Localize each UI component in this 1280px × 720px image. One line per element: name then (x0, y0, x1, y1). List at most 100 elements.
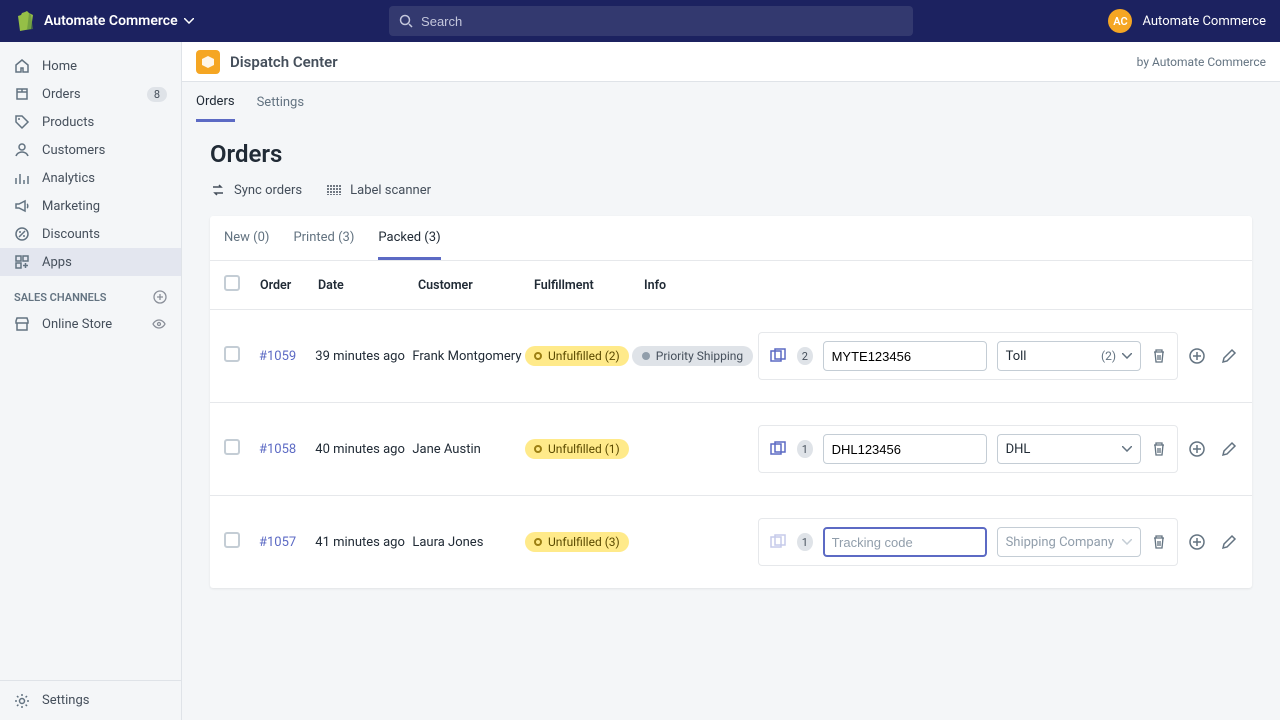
tab-orders[interactable]: Orders (196, 82, 235, 122)
sales-channels-header: SALES CHANNELS (0, 276, 181, 310)
tracking-input[interactable] (823, 434, 987, 464)
nav-orders[interactable]: Orders 8 (0, 80, 181, 108)
channel-label: Online Store (42, 317, 112, 332)
orders-badge: 8 (147, 87, 167, 102)
apps-icon (14, 254, 30, 270)
tag-dot-icon (642, 352, 650, 360)
search-icon (399, 14, 413, 28)
global-search[interactable] (389, 6, 913, 36)
app-tabs: Orders Settings (182, 82, 1280, 122)
row-checkbox[interactable] (224, 439, 240, 455)
user-icon (14, 142, 30, 158)
packages-icon[interactable] (769, 440, 787, 458)
nav-customers[interactable]: Customers (0, 136, 181, 164)
home-icon (14, 58, 30, 74)
col-date: Date (318, 278, 418, 293)
packages-icon[interactable] (769, 533, 787, 551)
nav-discounts[interactable]: Discounts (0, 220, 181, 248)
nav-label: Orders (42, 87, 81, 102)
analytics-icon (14, 170, 30, 186)
add-button[interactable] (1188, 533, 1206, 551)
tool-label: Label scanner (350, 183, 431, 198)
status-tabs: New (0) Printed (3) Packed (3) (210, 216, 1252, 261)
fulfillment-text: Unfulfilled (1) (548, 442, 620, 456)
delete-button[interactable] (1151, 440, 1167, 458)
global-search-input[interactable] (421, 14, 903, 29)
nav-label: Apps (42, 255, 72, 270)
col-order: Order (260, 278, 318, 293)
nav-home[interactable]: Home (0, 52, 181, 80)
order-date: 39 minutes ago (315, 349, 412, 364)
delete-button[interactable] (1151, 347, 1167, 365)
row-checkbox[interactable] (224, 346, 240, 362)
tracking-input[interactable] (823, 341, 987, 371)
edit-button[interactable] (1220, 440, 1238, 458)
table-row: #1057 41 minutes ago Laura Jones Unfulfi… (210, 496, 1252, 588)
caret-down-icon (1122, 353, 1132, 359)
nav-marketing[interactable]: Marketing (0, 192, 181, 220)
select-all-checkbox[interactable] (224, 275, 240, 291)
caret-down-icon (1122, 539, 1132, 545)
caret-down-icon (1122, 446, 1132, 452)
nav-label: Home (42, 59, 77, 74)
add-button[interactable] (1188, 440, 1206, 458)
carrier-select[interactable]: Toll(2) (997, 341, 1141, 371)
store-icon (14, 316, 30, 332)
account-menu[interactable]: AC Automate Commerce (1108, 9, 1266, 33)
megaphone-icon (14, 198, 30, 214)
packages-icon[interactable] (769, 347, 787, 365)
app-header: Dispatch Center by Automate Commerce (182, 42, 1280, 82)
package-count: 1 (797, 440, 813, 458)
sync-orders-button[interactable]: Sync orders (210, 182, 302, 198)
gear-icon (14, 693, 30, 709)
shipment-box: 1 DHL (758, 425, 1178, 473)
tracking-input[interactable] (823, 527, 987, 557)
order-link[interactable]: #1059 (259, 349, 296, 364)
order-link[interactable]: #1058 (259, 442, 296, 457)
view-store-button[interactable] (151, 316, 167, 332)
store-name: Automate Commerce (44, 13, 178, 29)
page-title: Orders (210, 140, 1252, 168)
order-link[interactable]: #1057 (259, 535, 296, 550)
orders-card: New (0) Printed (3) Packed (3) Order Dat… (210, 216, 1252, 588)
settings-label: Settings (42, 693, 89, 708)
tag-icon (14, 114, 30, 130)
carrier-value: Toll (1006, 349, 1027, 364)
delete-button[interactable] (1151, 533, 1167, 551)
label-scanner-button[interactable]: Label scanner (326, 182, 431, 198)
top-bar: Automate Commerce AC Automate Commerce (0, 0, 1280, 42)
store-switcher[interactable]: Automate Commerce (44, 13, 194, 29)
edit-button[interactable] (1220, 347, 1238, 365)
status-tab-printed[interactable]: Printed (3) (293, 216, 354, 260)
edit-button[interactable] (1220, 533, 1238, 551)
app-icon (196, 50, 220, 74)
barcode-icon (326, 182, 342, 198)
table-row: #1058 40 minutes ago Jane Austin Unfulfi… (210, 403, 1252, 496)
table-row: #1059 39 minutes ago Frank Montgomery Un… (210, 310, 1252, 403)
col-fulfillment: Fulfillment (534, 278, 644, 293)
status-tab-packed[interactable]: Packed (3) (378, 216, 440, 260)
package-count: 1 (797, 533, 813, 551)
tag-text: Priority Shipping (656, 349, 743, 363)
tool-label: Sync orders (234, 183, 302, 198)
carrier-select[interactable]: Shipping Company (997, 527, 1141, 557)
nav-analytics[interactable]: Analytics (0, 164, 181, 192)
tab-settings[interactable]: Settings (257, 83, 304, 120)
row-checkbox[interactable] (224, 532, 240, 548)
customer-name: Jane Austin (412, 442, 525, 457)
nav-products[interactable]: Products (0, 108, 181, 136)
channel-online-store[interactable]: Online Store (0, 310, 181, 338)
add-button[interactable] (1188, 347, 1206, 365)
app-title: Dispatch Center (230, 53, 338, 71)
main-content: Dispatch Center by Automate Commerce Ord… (182, 42, 1280, 720)
fulfillment-text: Unfulfilled (2) (548, 349, 620, 363)
page-toolbar: Sync orders Label scanner (210, 182, 1252, 198)
nav-settings[interactable]: Settings (0, 680, 181, 720)
nav-label: Analytics (42, 171, 95, 186)
status-tab-new[interactable]: New (0) (224, 216, 269, 260)
nav-label: Customers (42, 143, 105, 158)
add-channel-button[interactable] (153, 290, 167, 304)
carrier-select[interactable]: DHL (997, 434, 1141, 464)
nav-apps[interactable]: Apps (0, 248, 181, 276)
sync-icon (210, 182, 226, 198)
